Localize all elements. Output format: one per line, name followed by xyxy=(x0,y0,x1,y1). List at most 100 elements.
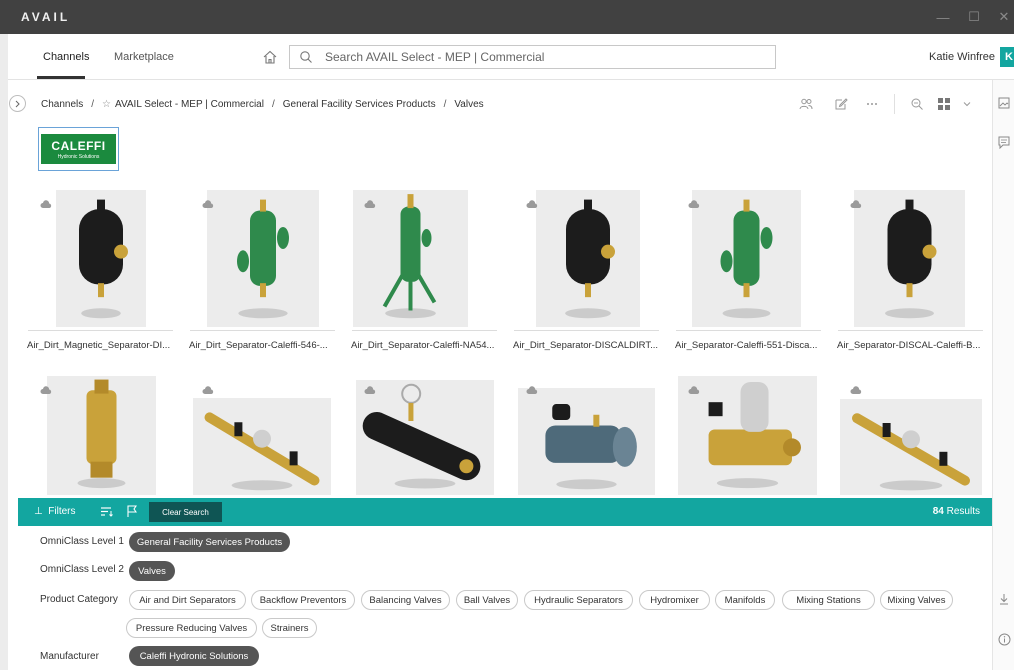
product-render xyxy=(382,194,437,319)
breadcrumb-bar: Channels / ☆ AVAIL Select - MEP | Commercia… xyxy=(8,80,992,128)
tab-channels[interactable]: Channels xyxy=(43,51,89,63)
filter-chip[interactable]: Balancing Valves xyxy=(361,590,450,610)
product-name[interactable]: Air_Dirt_Separator-Caleffi-546-... xyxy=(189,340,349,351)
card-divider xyxy=(514,330,659,331)
cloud-icon xyxy=(850,386,862,394)
card-divider xyxy=(352,330,497,331)
results-label: Results xyxy=(946,506,980,517)
card-divider xyxy=(28,330,173,331)
clear-search-button[interactable]: Clear Search xyxy=(149,502,222,522)
cloud-icon xyxy=(364,386,376,394)
product-thumbnail xyxy=(56,190,146,327)
product-card[interactable] xyxy=(838,376,998,495)
comment-icon[interactable] xyxy=(998,136,1010,149)
filter-chip[interactable]: Valves xyxy=(129,561,175,581)
filter-panel: OmniClass Level 1 OmniClass Level 2 Prod… xyxy=(18,526,992,670)
top-nav: Channels Marketplace Katie Winfree K xyxy=(8,34,1014,80)
filter-chip[interactable]: Hydraulic Separators xyxy=(524,590,633,610)
product-card[interactable]: Air_Separator-Caleffi-551-Disca... xyxy=(675,190,836,351)
zoom-icon[interactable] xyxy=(910,97,924,111)
product-card[interactable] xyxy=(352,376,512,495)
breadcrumb-channel[interactable]: AVAIL Select - MEP | Commercial xyxy=(115,99,264,110)
product-card[interactable] xyxy=(28,376,188,495)
toolbar-divider xyxy=(894,94,895,114)
filter-chip[interactable]: Ball Valves xyxy=(456,590,518,610)
image-icon[interactable] xyxy=(998,97,1010,109)
product-card[interactable]: Air_Separator-DISCAL-Caleffi-B... xyxy=(837,190,998,351)
filter-chip[interactable]: Manifolds xyxy=(715,590,775,610)
home-icon[interactable] xyxy=(262,49,278,65)
product-card[interactable] xyxy=(676,376,836,495)
results-number: 84 xyxy=(932,506,944,517)
tab-marketplace[interactable]: Marketplace xyxy=(114,51,174,63)
filter-chip[interactable]: Air and Dirt Separators xyxy=(129,590,246,610)
close-button[interactable]: ✕ xyxy=(989,0,1014,34)
product-render xyxy=(77,379,126,489)
manufacturer-logo: CALEFFI Hydronic Solutions xyxy=(41,134,116,164)
product-name[interactable]: Air_Dirt_Separator-DISCALDIRT... xyxy=(513,340,673,351)
user-name[interactable]: Katie Winfree xyxy=(929,51,995,63)
download-icon[interactable] xyxy=(998,593,1010,605)
breadcrumb-current: Valves xyxy=(454,99,484,110)
filter-chip[interactable]: Mixing Valves xyxy=(880,590,953,610)
search-box[interactable] xyxy=(289,45,776,69)
info-icon[interactable] xyxy=(998,633,1011,646)
filter-label-product-category: Product Category xyxy=(40,594,118,605)
product-card[interactable]: Air_Dirt_Separator-Caleffi-NA54... xyxy=(351,190,512,351)
grid-view-icon[interactable] xyxy=(937,97,951,111)
product-card[interactable] xyxy=(190,376,350,495)
product-render xyxy=(565,199,615,319)
product-render xyxy=(79,199,128,319)
breadcrumb-separator: / xyxy=(443,99,447,110)
product-name[interactable]: Air_Dirt_Magnetic_Separator-DI... xyxy=(27,340,187,351)
product-thumbnail xyxy=(207,190,319,327)
manufacturer-logo-card[interactable]: CALEFFI Hydronic Solutions xyxy=(38,127,119,171)
product-name[interactable]: Air_Separator-Caleffi-551-Disca... xyxy=(675,340,835,351)
filter-chip[interactable]: Hydromixer xyxy=(639,590,710,610)
filter-chip[interactable]: Pressure Reducing Valves xyxy=(126,618,257,638)
product-thumbnail xyxy=(193,398,331,495)
product-thumbnail xyxy=(47,376,156,495)
filter-chip[interactable]: Strainers xyxy=(262,618,317,638)
breadcrumb-category[interactable]: General Facility Services Products xyxy=(283,99,436,110)
product-card[interactable]: Air_Dirt_Magnetic_Separator-DI... xyxy=(27,190,188,351)
product-thumbnail xyxy=(518,388,655,495)
edit-icon[interactable] xyxy=(834,97,848,111)
app-title: AVAIL xyxy=(21,10,71,24)
breadcrumb-channels[interactable]: Channels xyxy=(41,99,83,110)
filters-button[interactable]: ⊥ Filters xyxy=(34,506,76,517)
search-input[interactable] xyxy=(325,50,745,64)
filters-label: Filters xyxy=(48,506,76,517)
expand-panel-button[interactable] xyxy=(9,95,26,112)
product-render xyxy=(885,199,937,319)
flag-icon[interactable] xyxy=(127,505,137,517)
star-icon[interactable]: ☆ xyxy=(102,99,111,110)
product-render xyxy=(204,412,320,491)
filter-bar: ⊥ Filters Clear Search 84 Results xyxy=(18,498,992,526)
filter-chip[interactable]: Backflow Preventors xyxy=(251,590,355,610)
chevron-down-icon[interactable] xyxy=(960,97,974,111)
filter-chip[interactable]: Caleffi Hydronic Solutions xyxy=(129,646,259,666)
filter-chip[interactable]: General Facility Services Products xyxy=(129,532,290,552)
product-card[interactable] xyxy=(514,376,674,495)
more-icon[interactable] xyxy=(865,97,879,111)
product-name[interactable]: Air_Dirt_Separator-Caleffi-NA54... xyxy=(351,340,511,351)
maximize-button[interactable]: ☐ xyxy=(959,0,989,34)
product-name[interactable]: Air_Separator-DISCAL-Caleffi-B... xyxy=(837,340,997,351)
logo-sub-text: Hydronic Solutions xyxy=(57,153,100,160)
filter-label-omniclass1: OmniClass Level 1 xyxy=(40,536,124,547)
results-count: 84 Results xyxy=(933,506,980,517)
filter-chip[interactable]: Mixing Stations xyxy=(782,590,875,610)
product-card[interactable]: Air_Dirt_Separator-DISCALDIRT... xyxy=(513,190,674,351)
minimize-button[interactable]: — xyxy=(928,0,958,34)
users-icon[interactable] xyxy=(799,97,813,111)
cloud-icon xyxy=(688,200,700,208)
avatar[interactable]: K xyxy=(1000,47,1014,67)
sort-icon[interactable] xyxy=(101,506,113,517)
product-thumbnail xyxy=(692,190,801,327)
product-thumbnail xyxy=(854,190,965,327)
breadcrumb-separator: / xyxy=(271,99,275,110)
cloud-icon xyxy=(202,200,214,208)
product-card[interactable]: Air_Dirt_Separator-Caleffi-546-... xyxy=(189,190,350,351)
filter-label-manufacturer: Manufacturer xyxy=(40,651,99,662)
